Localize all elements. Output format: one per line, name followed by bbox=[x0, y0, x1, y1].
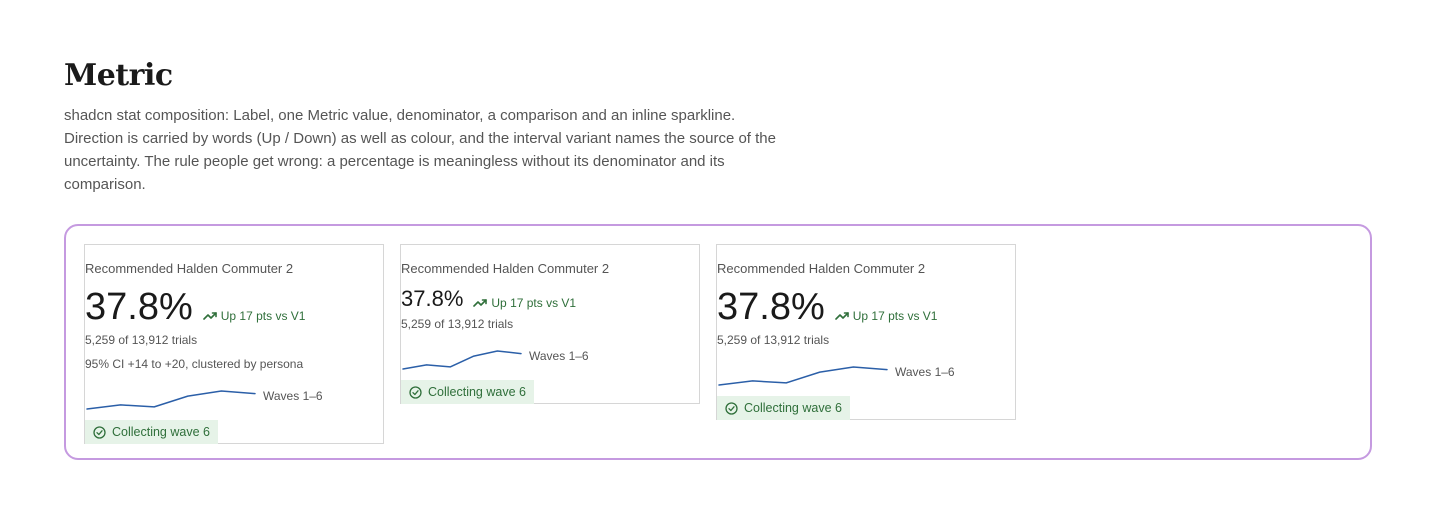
metric-value: 37.8% bbox=[85, 286, 193, 328]
sparkline-area: Waves 1–6 bbox=[85, 381, 385, 411]
sparkline-area: Waves 1–6 bbox=[717, 357, 1017, 387]
sparkline-series bbox=[402, 350, 522, 370]
status-text: Collecting wave 6 bbox=[112, 425, 210, 439]
sparkline bbox=[402, 350, 522, 370]
check-circle-icon bbox=[725, 401, 738, 415]
metric-row: 37.8% Up 17 pts vs V1 bbox=[85, 285, 305, 327]
denominator-text: 5,259 of 13,912 trials bbox=[401, 317, 514, 331]
comparison-badge: Up 17 pts vs V1 bbox=[834, 309, 938, 323]
metric-row: 37.8% Up 17 pts vs V1 bbox=[717, 285, 937, 327]
sparkline-series bbox=[86, 390, 256, 410]
page-title: Metric bbox=[64, 58, 173, 93]
stat-card-standard: Recommended Halden Commuter 2 37.8% Up 1… bbox=[716, 244, 1016, 420]
stat-card-with-interval: Recommended Halden Commuter 2 37.8% Up 1… bbox=[84, 244, 384, 444]
sparkline bbox=[86, 390, 256, 410]
sparkline-area: Waves 1–6 bbox=[401, 341, 701, 371]
status-badge: Collecting wave 6 bbox=[717, 396, 850, 420]
sparkline bbox=[718, 366, 888, 386]
card-label: Recommended Halden Commuter 2 bbox=[717, 261, 926, 276]
comparison-text: Up 17 pts vs V1 bbox=[491, 296, 577, 310]
trending-up-icon bbox=[473, 299, 488, 307]
sparkline-caption: Waves 1–6 bbox=[895, 365, 955, 379]
stat-card-compact: Recommended Halden Commuter 2 37.8% Up 1… bbox=[400, 244, 700, 404]
trending-up-icon bbox=[202, 312, 217, 320]
metric-value: 37.8% bbox=[401, 286, 464, 311]
status-badge: Collecting wave 6 bbox=[85, 420, 218, 444]
card-label: Recommended Halden Commuter 2 bbox=[401, 261, 610, 276]
comparison-badge: Up 17 pts vs V1 bbox=[473, 296, 576, 310]
denominator-text: 5,259 of 13,912 trials bbox=[85, 333, 198, 347]
status-text: Collecting wave 6 bbox=[744, 401, 842, 415]
denominator-text: 5,259 of 13,912 trials bbox=[717, 333, 830, 347]
comparison-text: Up 17 pts vs V1 bbox=[852, 309, 938, 323]
interval-text: 95% CI +14 to +20, clustered by persona bbox=[85, 357, 304, 371]
status-badge: Collecting wave 6 bbox=[401, 380, 534, 404]
sparkline-series bbox=[718, 366, 888, 386]
page-description: shadcn stat composition: Label, one Metr… bbox=[64, 107, 776, 193]
metric-value: 37.8% bbox=[717, 286, 825, 328]
check-circle-icon bbox=[409, 385, 422, 399]
check-circle-icon bbox=[93, 425, 106, 439]
sparkline-caption: Waves 1–6 bbox=[529, 349, 589, 363]
comparison-badge: Up 17 pts vs V1 bbox=[202, 309, 306, 323]
status-text: Collecting wave 6 bbox=[428, 385, 526, 399]
trending-up-icon bbox=[834, 312, 849, 320]
comparison-text: Up 17 pts vs V1 bbox=[220, 309, 306, 323]
card-label: Recommended Halden Commuter 2 bbox=[85, 261, 294, 276]
sparkline-caption: Waves 1–6 bbox=[263, 389, 323, 403]
metric-row: 37.8% Up 17 pts vs V1 bbox=[401, 285, 576, 311]
